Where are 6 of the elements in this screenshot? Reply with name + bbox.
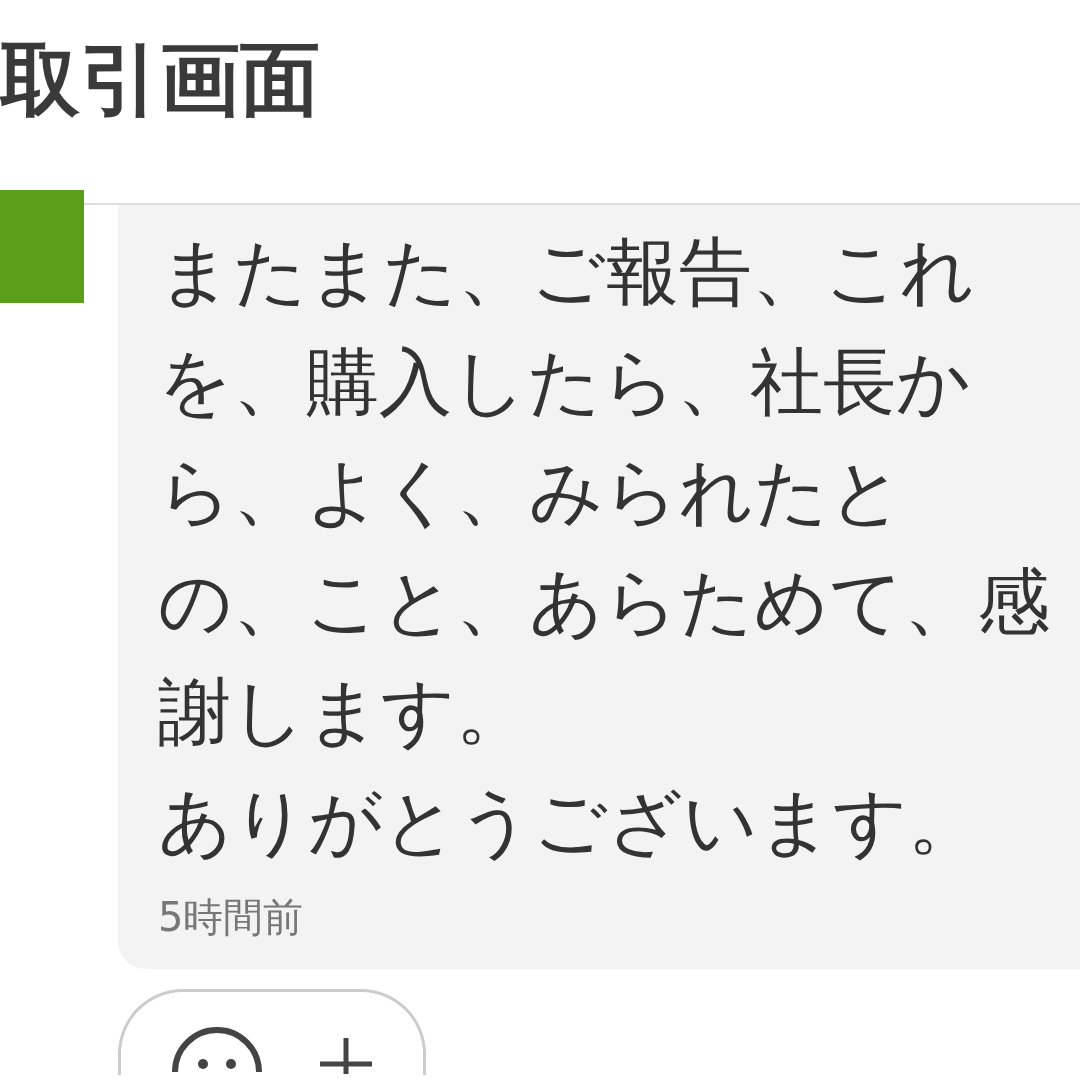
- plus-icon: [318, 1038, 374, 1074]
- message-time: 5時間前: [158, 893, 305, 942]
- smiley-icon: [171, 1026, 263, 1072]
- message-text: ありがとうございます。: [158, 778, 982, 866]
- message-text: またまた、ご報告、これを、購入したら、社長から、よく、みられたとの、こと、あらためて、感謝します。: [158, 228, 1050, 756]
- add-reaction-button[interactable]: [118, 989, 426, 1075]
